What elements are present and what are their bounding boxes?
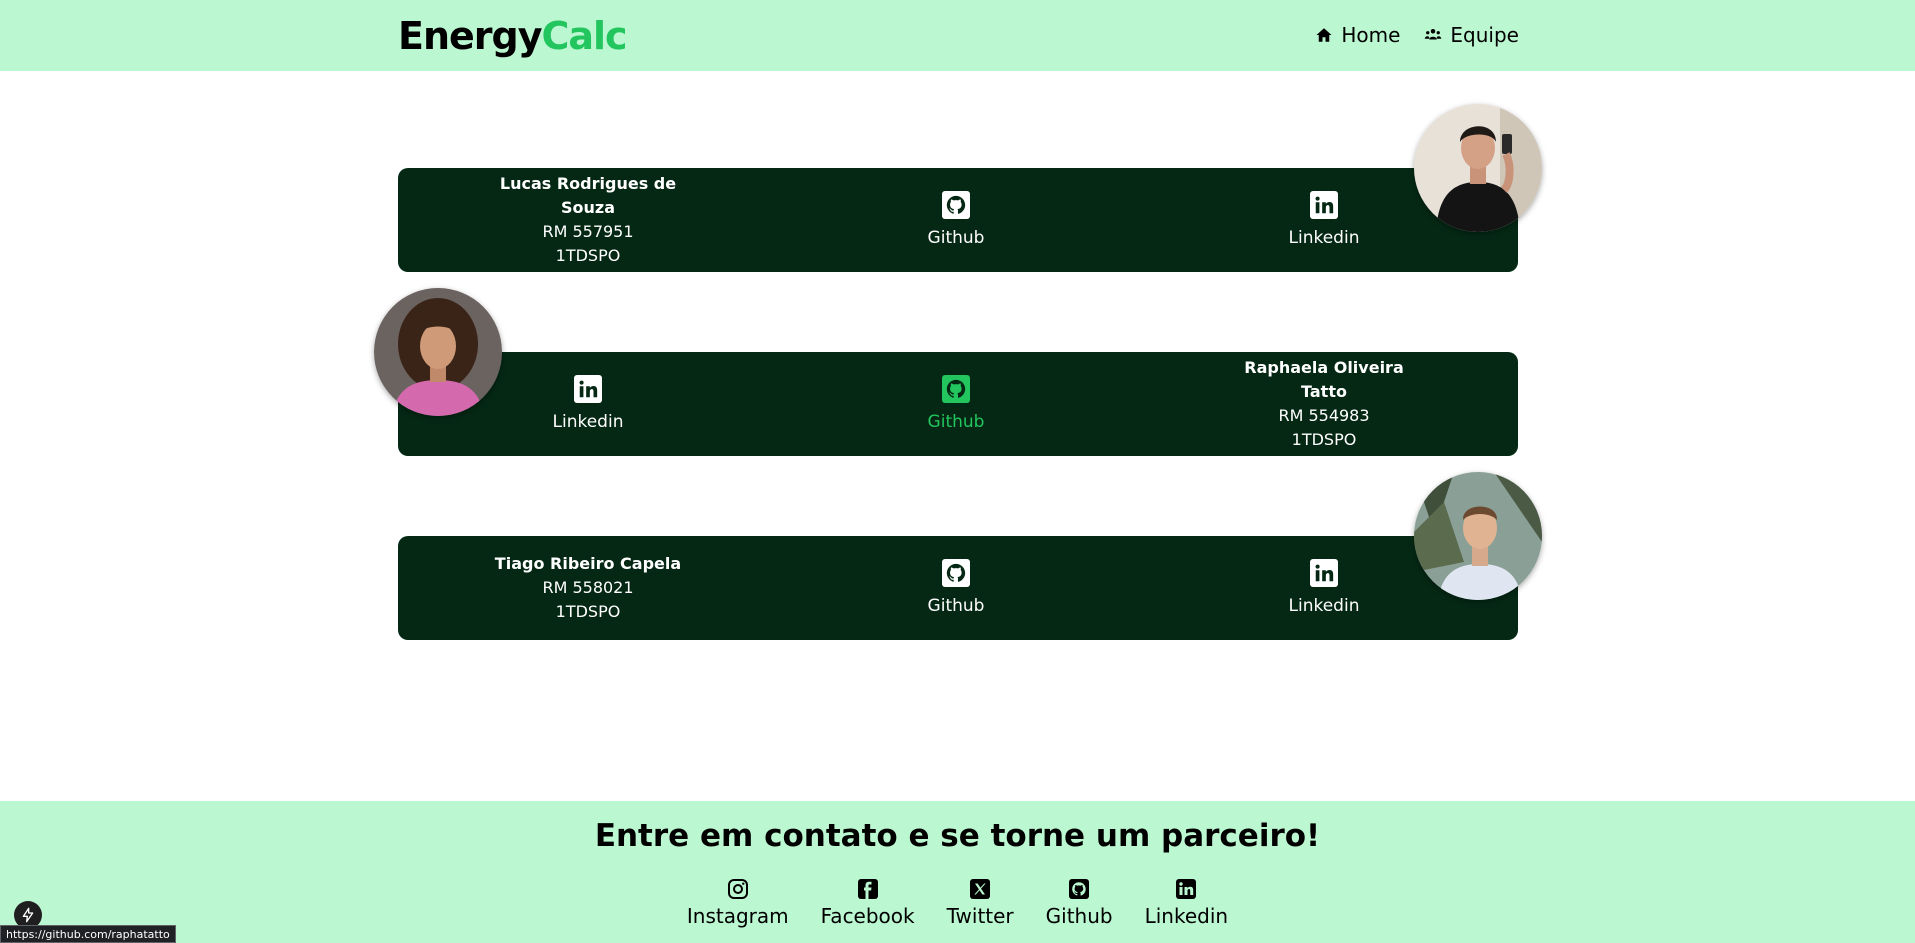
footer-twitter-link[interactable]: Twitter bbox=[947, 877, 1014, 929]
member-info: Raphaela Oliveira Tatto RM 554983 1TDSPO bbox=[1224, 352, 1424, 456]
x-twitter-icon bbox=[970, 879, 991, 899]
footer-instagram-link[interactable]: Instagram bbox=[687, 877, 789, 929]
linkedin-icon bbox=[1310, 191, 1338, 219]
member-class: 1TDSPO bbox=[1291, 430, 1357, 449]
nav-home-label: Home bbox=[1341, 23, 1401, 47]
linkedin-label: Linkedin bbox=[1288, 228, 1360, 248]
footer-instagram-label: Instagram bbox=[686, 904, 789, 928]
linkedin-icon bbox=[574, 375, 602, 403]
github-label: Github bbox=[927, 228, 985, 248]
member-rm: RM 557951 bbox=[542, 222, 634, 241]
avatar-raphaela bbox=[374, 288, 502, 416]
github-icon bbox=[942, 375, 970, 403]
member-class: 1TDSPO bbox=[555, 602, 621, 621]
nav-equipe-label: Equipe bbox=[1450, 23, 1519, 47]
logo[interactable]: EnergyCalc bbox=[398, 14, 628, 58]
footer-social-links: Instagram Facebook Twitter Github Linked… bbox=[0, 877, 1915, 929]
lightning-icon bbox=[22, 907, 34, 923]
github-link[interactable]: Github bbox=[856, 536, 1056, 640]
footer-facebook-label: Facebook bbox=[820, 904, 915, 928]
github-icon bbox=[942, 559, 970, 587]
site-header: EnergyCalc Home Equipe bbox=[0, 0, 1915, 71]
member-info: Lucas Rodrigues de Souza RM 557951 1TDSP… bbox=[488, 168, 688, 272]
footer-twitter-label: Twitter bbox=[946, 904, 1014, 928]
member-class: 1TDSPO bbox=[555, 246, 621, 265]
avatar-lucas bbox=[1414, 104, 1542, 232]
member-name: Tiago Ribeiro Capela bbox=[494, 554, 682, 573]
avatar-tiago bbox=[1414, 472, 1542, 600]
github-label: Github bbox=[927, 596, 985, 616]
instagram-icon bbox=[727, 879, 748, 899]
github-link[interactable]: Github bbox=[856, 168, 1056, 272]
linkedin-link[interactable]: Linkedin bbox=[1224, 168, 1424, 272]
people-group-icon bbox=[1425, 29, 1442, 40]
nav-home-link[interactable]: Home bbox=[1315, 22, 1400, 48]
linkedin-label: Linkedin bbox=[1288, 596, 1360, 616]
home-icon bbox=[1316, 28, 1332, 42]
linkedin-icon bbox=[1310, 559, 1338, 587]
logo-text-calc: Calc bbox=[541, 14, 628, 58]
main-nav: Home Equipe bbox=[1315, 22, 1519, 48]
footer-github-link[interactable]: Github bbox=[1046, 877, 1113, 929]
member-name: Raphaela Oliveira Tatto bbox=[1244, 358, 1404, 401]
member-rm: RM 554983 bbox=[1278, 406, 1370, 425]
github-icon bbox=[942, 191, 970, 219]
footer-facebook-link[interactable]: Facebook bbox=[821, 877, 915, 929]
member-card-lucas: Lucas Rodrigues de Souza RM 557951 1TDSP… bbox=[398, 168, 1518, 272]
member-name: Lucas Rodrigues de Souza bbox=[499, 174, 677, 217]
link-status-bar: https://github.com/raphatatto bbox=[0, 925, 176, 943]
linkedin-link[interactable]: Linkedin bbox=[488, 352, 688, 456]
facebook-icon bbox=[857, 879, 878, 899]
member-card-tiago: Tiago Ribeiro Capela RM 558021 1TDSPO Gi… bbox=[398, 536, 1518, 640]
member-rm: RM 558021 bbox=[542, 578, 634, 597]
linkedin-link[interactable]: Linkedin bbox=[1224, 536, 1424, 640]
github-label: Github bbox=[927, 412, 985, 432]
github-link-hovered[interactable]: Github bbox=[856, 352, 1056, 456]
member-info: Tiago Ribeiro Capela RM 558021 1TDSPO bbox=[488, 536, 688, 640]
github-icon bbox=[1069, 879, 1090, 899]
site-footer: Entre em contato e se torne um parceiro!… bbox=[0, 801, 1915, 943]
member-card-raphaela: Linkedin Github Raphaela Oliveira Tatto … bbox=[398, 352, 1518, 456]
footer-linkedin-link[interactable]: Linkedin bbox=[1145, 877, 1228, 929]
nav-equipe-link[interactable]: Equipe bbox=[1424, 22, 1519, 48]
linkedin-icon bbox=[1176, 879, 1197, 899]
logo-text-energy: Energy bbox=[398, 14, 542, 58]
footer-github-label: Github bbox=[1045, 904, 1113, 928]
footer-title: Entre em contato e se torne um parceiro! bbox=[594, 818, 1321, 854]
footer-linkedin-label: Linkedin bbox=[1144, 904, 1229, 928]
linkedin-label: Linkedin bbox=[552, 412, 624, 432]
